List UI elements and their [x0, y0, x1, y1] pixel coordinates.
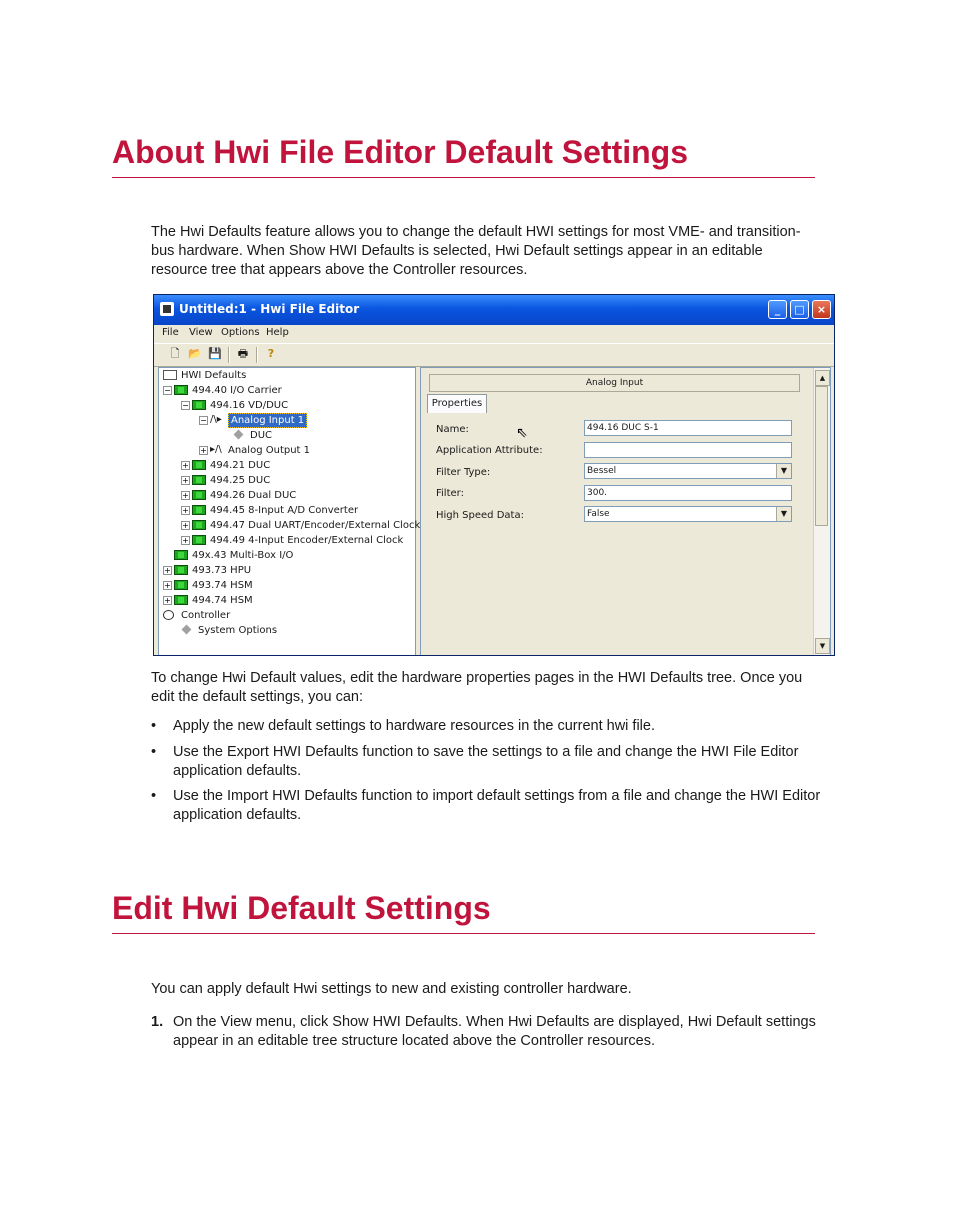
tab-properties[interactable]: Properties	[427, 394, 487, 413]
hwi-file-editor-window: Untitled:1 - Hwi File Editor _ □ × File …	[153, 294, 835, 656]
field-label-filter: Filter:	[436, 488, 464, 499]
after-figure-paragraph: To change Hwi Default values, edit the h…	[151, 670, 803, 705]
bullet-icon: •	[151, 718, 157, 734]
scroll-up-icon[interactable]: ▲	[815, 370, 830, 386]
application-attribute-field[interactable]	[584, 442, 792, 458]
maximize-button[interactable]: □	[790, 300, 809, 319]
analog-signal-icon: /\▸	[210, 414, 222, 425]
toolbar-separator	[256, 347, 258, 363]
new-icon[interactable]: 🗋	[168, 347, 182, 361]
collapse-icon[interactable]: −	[163, 386, 172, 395]
board-icon	[192, 520, 206, 530]
menu-options[interactable]: Options	[221, 327, 260, 338]
properties-panel: Analog Input Properties Name: 494.16 DUC…	[420, 367, 831, 655]
close-button[interactable]: ×	[812, 300, 831, 319]
app-icon	[160, 302, 174, 316]
collapse-icon[interactable]: −	[181, 401, 190, 410]
board-icon	[174, 385, 188, 395]
mouse-pointer-icon: ⇖	[516, 425, 528, 441]
heading-rule	[112, 177, 815, 178]
section-heading-edit: Edit Hwi Default Settings	[112, 890, 491, 926]
panel-header: Analog Input	[429, 374, 800, 392]
section2-intro: You can apply default Hwi settings to ne…	[151, 981, 632, 997]
diamond-icon	[232, 430, 246, 440]
save-icon[interactable]: 💾	[208, 347, 222, 361]
window-title: Untitled:1 - Hwi File Editor	[179, 302, 360, 316]
field-label-filter-type: Filter Type:	[436, 467, 491, 478]
board-icon	[192, 490, 206, 500]
toolbar-separator	[228, 347, 230, 363]
filter-field[interactable]: 300.	[584, 485, 792, 501]
chevron-down-icon[interactable]: ▼	[776, 507, 791, 521]
board-icon	[174, 565, 188, 575]
open-icon[interactable]: 📂	[188, 347, 202, 361]
field-label-application-attribute: Application Attribute:	[436, 445, 543, 456]
board-icon	[192, 535, 206, 545]
expand-icon[interactable]: +	[181, 491, 190, 500]
field-label-name: Name:	[436, 424, 469, 435]
expand-icon[interactable]: +	[181, 536, 190, 545]
collapse-icon[interactable]: −	[199, 416, 208, 425]
name-field[interactable]: 494.16 DUC S-1	[584, 420, 792, 436]
bullet-icon: •	[151, 744, 157, 760]
chevron-down-icon[interactable]: ▼	[776, 464, 791, 478]
bullet-icon: •	[151, 788, 157, 804]
menu-bar: File View Options Help	[154, 325, 834, 343]
expand-icon[interactable]: +	[181, 476, 190, 485]
expand-icon[interactable]: +	[163, 596, 172, 605]
board-icon	[174, 550, 188, 560]
board-icon	[192, 460, 206, 470]
high-speed-data-select[interactable]: False ▼	[584, 506, 792, 522]
scroll-down-icon[interactable]: ▼	[815, 638, 830, 654]
expand-icon[interactable]: +	[181, 521, 190, 530]
title-bar: Untitled:1 - Hwi File Editor _ □ ×	[154, 295, 834, 325]
hwi-tree: HWI Defaults − 494.40 I/O Carrier − 494.…	[158, 367, 420, 655]
intro-paragraph: The Hwi Defaults feature allows you to c…	[151, 224, 801, 278]
minimize-button[interactable]: _	[768, 300, 787, 319]
board-icon	[192, 475, 206, 485]
expand-icon[interactable]: +	[163, 566, 172, 575]
section-heading-about: About Hwi File Editor Default Settings	[112, 134, 688, 170]
expand-icon[interactable]: +	[199, 446, 208, 455]
expand-icon[interactable]: +	[163, 581, 172, 590]
board-icon	[192, 505, 206, 515]
vertical-scrollbar[interactable]: ▲ ▼	[813, 368, 830, 655]
menu-view[interactable]: View	[189, 327, 213, 338]
analog-signal-icon: ▸/\	[210, 444, 222, 455]
field-label-high-speed-data: High Speed Data:	[436, 510, 524, 521]
expand-icon[interactable]: +	[181, 461, 190, 470]
menu-file[interactable]: File	[162, 327, 179, 338]
help-icon[interactable]: ?	[264, 347, 278, 361]
print-icon[interactable]: 🖶	[236, 347, 250, 361]
controller-icon	[163, 610, 174, 620]
diamond-icon	[180, 625, 194, 635]
filter-type-select[interactable]: Bessel ▼	[584, 463, 792, 479]
heading-rule	[112, 933, 815, 934]
grid-icon	[163, 370, 177, 380]
expand-icon[interactable]: +	[181, 506, 190, 515]
board-icon	[192, 400, 206, 410]
board-icon	[174, 580, 188, 590]
board-icon	[174, 595, 188, 605]
menu-help[interactable]: Help	[266, 327, 289, 338]
toolbar: 🗋 📂 💾 🖶 ?	[154, 343, 834, 367]
scroll-thumb[interactable]	[815, 386, 828, 526]
